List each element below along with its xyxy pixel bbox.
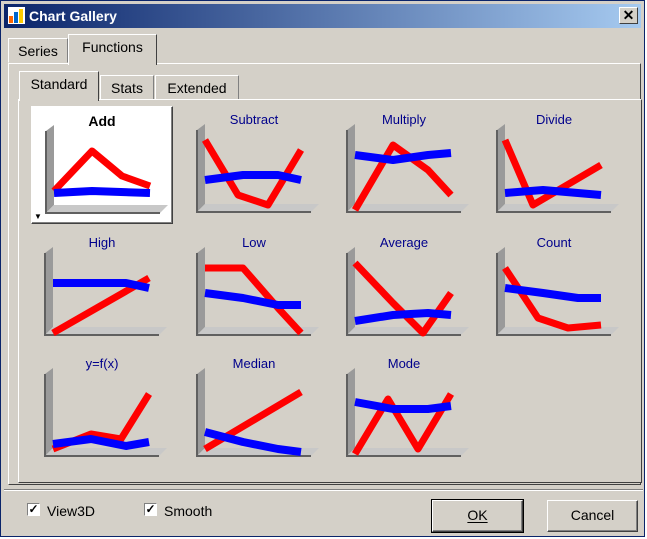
footer-divider: [4, 489, 643, 491]
axis-floor: [46, 205, 168, 213]
red-series-line: [51, 147, 152, 194]
tab-stats[interactable]: Stats: [100, 75, 154, 100]
axis-floor: [347, 448, 469, 456]
chart-thumbnail-icon: [44, 247, 167, 337]
axis-wall: [45, 368, 53, 456]
chart-thumbnail-icon: [196, 368, 319, 457]
ok-button-label: OK: [467, 507, 488, 523]
ok-button[interactable]: OK: [431, 499, 524, 533]
dropdown-arrow-icon[interactable]: ▼: [34, 212, 42, 221]
chart-thumbnail-icon: [496, 124, 619, 213]
tab-series-label: Series: [18, 43, 58, 59]
close-icon: ✕: [622, 7, 635, 23]
axis-wall: [45, 247, 53, 335]
gallery-item-mode[interactable]: Mode: [333, 350, 475, 468]
view3d-label: View3D: [47, 503, 95, 519]
axis-floor: [347, 327, 469, 335]
axis-wall: [46, 125, 54, 213]
tab-standard-label: Standard: [30, 76, 88, 92]
tab-functions-label: Functions: [82, 39, 143, 55]
chart-app-icon: [8, 7, 25, 24]
gallery-item-add[interactable]: Add ▼: [31, 106, 173, 224]
axis-wall: [497, 124, 505, 212]
gallery-item-y-f-x[interactable]: y=f(x): [31, 350, 173, 468]
chart-thumbnail-icon: [346, 368, 469, 457]
axis-wall: [197, 247, 205, 335]
axis-floor: [347, 204, 469, 212]
gallery-item-high[interactable]: High: [31, 229, 173, 347]
axis-line: [44, 253, 159, 336]
chart-gallery-window: Chart Gallery ✕ Series Functions Standar…: [0, 0, 645, 537]
gallery-item-median[interactable]: Median: [183, 350, 325, 468]
blue-series-line: [52, 435, 150, 450]
cancel-button[interactable]: Cancel: [547, 500, 638, 532]
blue-series-line: [204, 289, 301, 309]
axis-wall: [197, 368, 205, 456]
chart-thumbnail-icon: [196, 124, 319, 213]
axis-wall: [497, 247, 505, 335]
close-button[interactable]: ✕: [619, 7, 638, 24]
axis-line: [45, 131, 160, 214]
view3d-check-icon: ✓: [27, 502, 40, 516]
tab-standard[interactable]: Standard: [19, 71, 99, 101]
gallery-item-divide[interactable]: Divide: [483, 106, 625, 224]
gallery-item-subtract[interactable]: Subtract: [183, 106, 325, 224]
blue-series-line: [53, 279, 150, 292]
tab-extended[interactable]: Extended: [155, 75, 239, 100]
gallery-item-count[interactable]: Count: [483, 229, 625, 347]
axis-wall: [347, 247, 355, 335]
gallery-item-multiply[interactable]: Multiply: [333, 106, 475, 224]
blue-series-line: [204, 171, 302, 184]
axis-floor: [497, 204, 619, 212]
chart-thumbnail-icon: [346, 247, 469, 337]
chart-thumbnail-icon: [496, 247, 619, 336]
cancel-button-label: Cancel: [570, 507, 615, 523]
gallery-item-average[interactable]: Average: [333, 229, 475, 347]
blue-series-line: [504, 284, 601, 302]
axis-wall: [347, 124, 355, 212]
window-title: Chart Gallery: [29, 8, 117, 24]
chart-thumbnail-icon: [44, 368, 167, 457]
smooth-check-icon: ✓: [144, 502, 157, 516]
blue-series-line: [53, 187, 151, 197]
blue-series-line: [354, 398, 452, 413]
smooth-label: Smooth: [164, 503, 213, 519]
tab-functions[interactable]: Functions: [68, 34, 157, 65]
chart-thumbnail-icon: [45, 125, 168, 214]
axis-wall: [347, 368, 355, 456]
blue-series-line: [354, 309, 452, 325]
title-bar[interactable]: Chart Gallery ✕: [4, 4, 641, 28]
axis-wall: [197, 124, 205, 212]
chart-thumbnail-icon: [196, 247, 319, 336]
blue-series-line: [504, 186, 602, 199]
tab-stats-label: Stats: [111, 80, 143, 96]
gallery-item-low[interactable]: Low: [183, 229, 325, 347]
tab-series[interactable]: Series: [8, 38, 68, 63]
chart-thumbnail-icon: [346, 124, 469, 213]
axis-floor: [45, 448, 167, 456]
tab-extended-label: Extended: [167, 80, 227, 96]
